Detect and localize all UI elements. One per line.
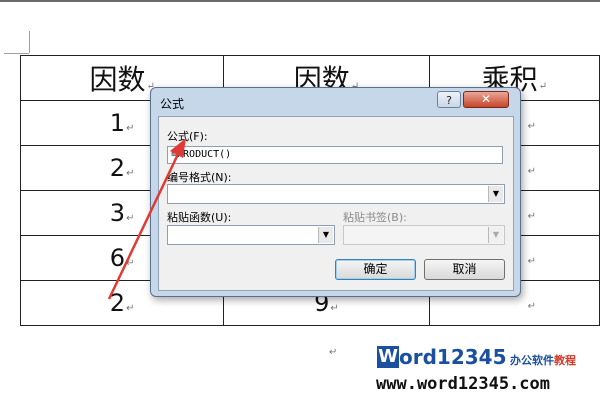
watermark-logo-text: ord12345	[399, 345, 507, 369]
watermark-tagline: 办公软件教程	[510, 354, 576, 367]
watermark-logo-letter: W	[377, 346, 399, 368]
annotation-arrow-line	[107, 149, 182, 300]
annotation-arrow	[107, 138, 186, 300]
watermark-url: www.word12345.com	[376, 374, 550, 394]
watermark-logo: Word12345	[377, 345, 507, 369]
annotation-arrow-head	[170, 138, 186, 158]
